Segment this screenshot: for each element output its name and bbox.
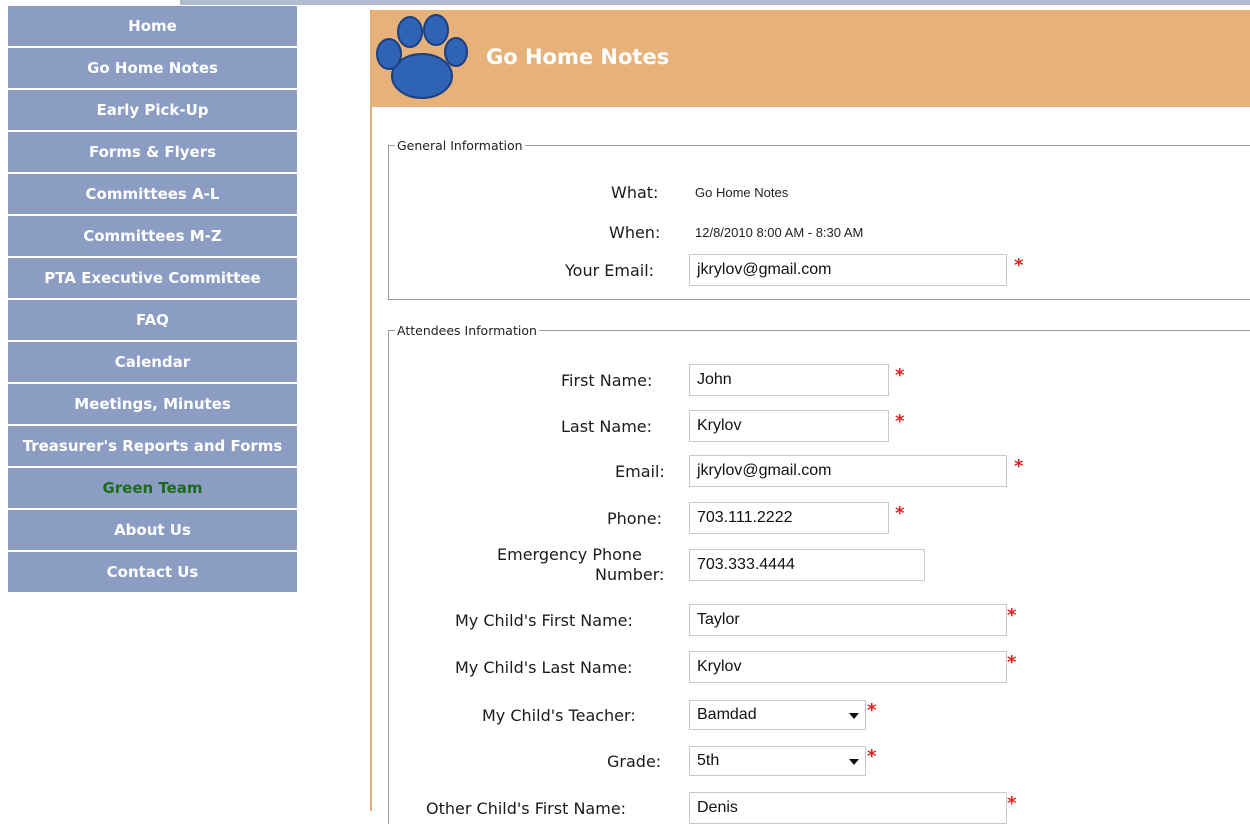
nav-item-about-us[interactable]: About Us [8,510,297,550]
grade-label: Grade: [607,752,662,771]
email-label: Email: [615,462,665,481]
nav-item-forms-flyers[interactable]: Forms & Flyers [8,132,297,172]
email-input[interactable]: jkrylov@gmail.com [689,455,1007,487]
required-marker: * [1007,652,1017,673]
general-information-legend: General Information [397,138,523,153]
required-marker: * [1014,255,1024,276]
nav-item-pta-executive-committee[interactable]: PTA Executive Committee [8,258,297,298]
grade-select[interactable]: 5th [689,746,866,776]
when-value: 12/8/2010 8:00 AM - 8:30 AM [695,225,864,240]
chevron-down-icon [849,759,859,765]
first-name-input[interactable]: John [689,364,889,396]
emergency-phone-label-line1: Emergency Phone [497,545,642,564]
general-information-section: General Information What: Go Home Notes … [388,138,1250,300]
last-name-label: Last Name: [561,417,653,436]
child-first-name-label: My Child's First Name: [455,611,633,630]
required-marker: * [867,700,877,721]
attendees-information-section: Attendees Information First Name: John *… [388,323,1250,824]
nav-item-contact-us[interactable]: Contact Us [8,552,297,592]
nav-item-green-team[interactable]: Green Team [8,468,297,508]
nav-item-committees-m-z[interactable]: Committees M-Z [8,216,297,256]
your-email-input[interactable]: jkrylov@gmail.com [689,254,1007,286]
last-name-input[interactable]: Krylov [689,410,889,442]
nav-item-calendar[interactable]: Calendar [8,342,297,382]
nav-item-early-pick-up[interactable]: Early Pick-Up [8,90,297,130]
nav-item-faq[interactable]: FAQ [8,300,297,340]
main-content: Go Home Notes General Information What: … [370,10,1250,824]
required-marker: * [1014,456,1024,477]
what-value: Go Home Notes [695,185,789,200]
phone-label: Phone: [607,509,662,528]
nav-item-meetings-minutes[interactable]: Meetings, Minutes [8,384,297,424]
sidebar-nav: Home Go Home Notes Early Pick-Up Forms &… [8,6,297,594]
page-title: Go Home Notes [486,45,670,69]
nav-item-treasurers-reports[interactable]: Treasurer's Reports and Forms [8,426,297,466]
your-email-label: Your Email: [565,261,655,280]
child-first-name-input[interactable]: Taylor [689,604,1007,636]
nav-item-go-home-notes[interactable]: Go Home Notes [8,48,297,88]
attendees-information-legend: Attendees Information [397,323,537,338]
phone-input[interactable]: 703.111.2222 [689,502,889,534]
emergency-phone-input[interactable]: 703.333.4444 [689,549,925,581]
required-marker: * [867,746,877,767]
required-marker: * [1007,605,1017,626]
child-last-name-input[interactable]: Krylov [689,651,1007,683]
first-name-label: First Name: [561,371,653,390]
nav-item-committees-a-l[interactable]: Committees A-L [8,174,297,214]
what-label: What: [611,183,659,202]
child-last-name-label: My Child's Last Name: [455,658,633,677]
required-marker: * [895,365,905,386]
other-child-first-name-label: Other Child's First Name: [426,799,627,818]
when-label: When: [609,223,661,242]
required-marker: * [895,503,905,524]
child-teacher-label: My Child's Teacher: [482,706,636,725]
top-strip [180,0,1250,5]
other-child-first-name-input[interactable]: Denis [689,792,1007,824]
nav-item-home[interactable]: Home [8,6,297,46]
teacher-select-value: Bamdad [697,706,757,723]
chevron-down-icon [849,713,859,719]
required-marker: * [895,411,905,432]
page-banner: Go Home Notes [372,10,1250,107]
grade-select-value: 5th [697,752,720,769]
emergency-phone-label-line2: Number: [595,565,665,584]
paw-print-logo [376,14,468,99]
teacher-select[interactable]: Bamdad [689,700,866,730]
